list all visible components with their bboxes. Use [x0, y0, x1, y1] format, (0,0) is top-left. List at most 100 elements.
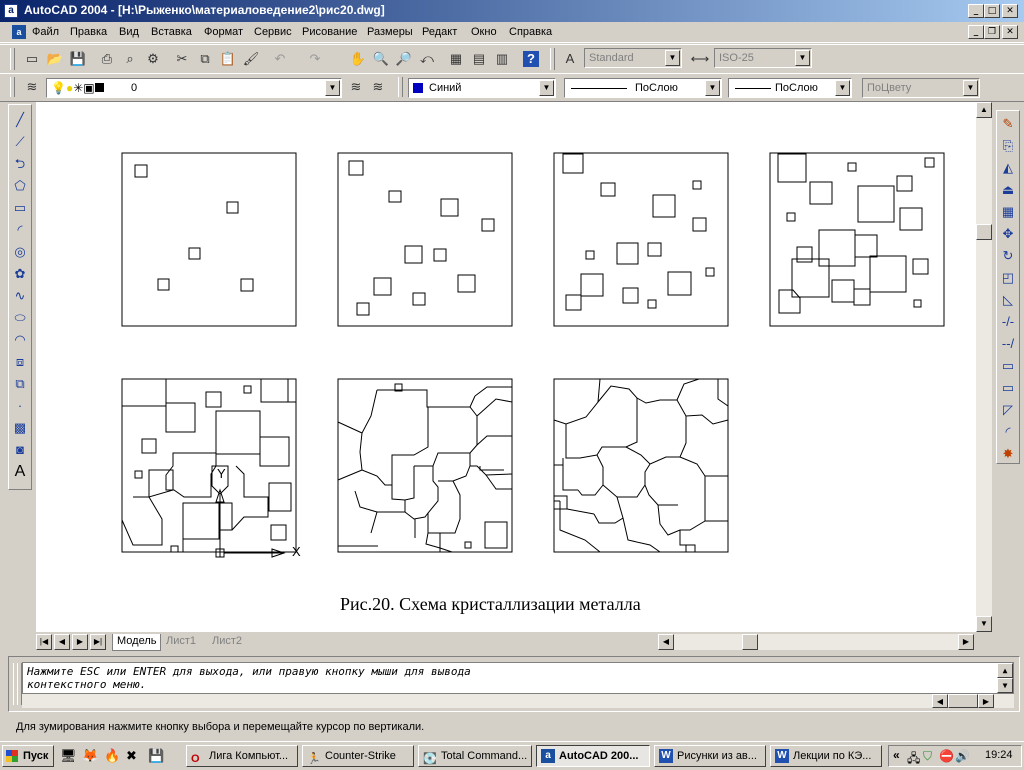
- chamfer-icon[interactable]: ◸: [997, 399, 1019, 421]
- layer-previous-icon[interactable]: ≋: [368, 77, 388, 97]
- chevron-down-icon[interactable]: ▼: [539, 80, 554, 96]
- plot-preview-icon[interactable]: ⌕: [120, 49, 140, 69]
- chevron-down-icon[interactable]: ▼: [325, 80, 340, 96]
- menu-insert[interactable]: Вставка: [151, 26, 192, 38]
- join-icon[interactable]: ▭: [997, 377, 1019, 399]
- scroll-right-button[interactable]: ▶: [958, 634, 974, 650]
- no-entry-icon[interactable]: ⛔: [939, 749, 954, 763]
- dim-style-select[interactable]: ISO-25 ▼: [714, 48, 812, 68]
- offset-icon[interactable]: ⏏: [997, 179, 1019, 201]
- line-icon[interactable]: ╱: [9, 109, 31, 131]
- help-icon[interactable]: ?: [523, 51, 539, 67]
- close-button[interactable]: ✕: [1002, 4, 1018, 18]
- toolbar-grip[interactable]: [550, 48, 555, 70]
- task-total-commander[interactable]: 💽 Total Command...: [418, 745, 532, 767]
- maximize-button[interactable]: □: [984, 4, 1000, 18]
- match-properties-icon[interactable]: 🖌: [241, 49, 261, 69]
- volume-icon[interactable]: 🔊: [955, 749, 970, 763]
- linetype-select[interactable]: ПоСлою ▼: [564, 78, 722, 98]
- first-tab-button[interactable]: |◀: [36, 634, 52, 650]
- region-icon[interactable]: ◙: [9, 439, 31, 461]
- task-word-risunki[interactable]: W Рисунки из ав...: [654, 745, 766, 767]
- multiline-text-icon[interactable]: A: [9, 461, 31, 483]
- erase-icon[interactable]: ✎: [997, 113, 1019, 135]
- break-icon[interactable]: ▭: [997, 355, 1019, 377]
- design-center-icon[interactable]: ▤: [469, 49, 489, 69]
- new-icon[interactable]: ▭: [22, 49, 42, 69]
- menu-help[interactable]: Справка: [509, 26, 552, 38]
- command-hscroll-thumb[interactable]: [948, 694, 978, 708]
- layer-select[interactable]: 💡●✳▣ 0 ▼: [46, 78, 342, 98]
- extend-icon[interactable]: --/: [997, 333, 1019, 355]
- chevron-down-icon[interactable]: ▼: [665, 50, 680, 66]
- tray-expand-icon[interactable]: «: [893, 748, 900, 762]
- doc-close-button[interactable]: ✕: [1002, 25, 1018, 39]
- scroll-left-button[interactable]: ◀: [658, 634, 674, 650]
- mirror-icon[interactable]: ◭: [997, 157, 1019, 179]
- horizontal-scrollbar[interactable]: [674, 634, 958, 650]
- make-object-layer-current-icon[interactable]: ≋: [346, 77, 366, 97]
- redo-icon[interactable]: ↷: [305, 49, 325, 69]
- scroll-up-button[interactable]: ▲: [997, 663, 1013, 678]
- zoom-window-icon[interactable]: 🔎: [394, 49, 414, 69]
- cut-icon[interactable]: ✂: [172, 49, 192, 69]
- doc-minimize-button[interactable]: _: [968, 25, 984, 39]
- command-scrollbar[interactable]: ▲ ▼: [997, 663, 1013, 693]
- scale-icon[interactable]: ◰: [997, 267, 1019, 289]
- toolbar-grip[interactable]: [10, 77, 15, 97]
- copy-object-icon[interactable]: ⎘: [997, 135, 1019, 157]
- drawing-area[interactable]: Y X Рис.20. Схема кристаллизации металла: [36, 102, 976, 632]
- dim-style-icon[interactable]: ⟷: [690, 49, 710, 69]
- menu-format[interactable]: Формат: [204, 26, 243, 38]
- nero-icon[interactable]: 🔥: [104, 748, 120, 764]
- scroll-right-button[interactable]: ▶: [978, 694, 994, 708]
- menu-tools[interactable]: Сервис: [254, 26, 292, 38]
- trim-icon[interactable]: -/-: [997, 311, 1019, 333]
- array-icon[interactable]: ▦: [997, 201, 1019, 223]
- tool-palettes-icon[interactable]: ▥: [492, 49, 512, 69]
- properties-icon[interactable]: ▦: [446, 49, 466, 69]
- tab-layout2[interactable]: Лист2: [208, 634, 246, 650]
- menu-file[interactable]: Файл: [32, 26, 59, 38]
- menu-view[interactable]: Вид: [119, 26, 139, 38]
- scroll-down-button[interactable]: ▼: [976, 616, 992, 632]
- scroll-left-button[interactable]: ◀: [932, 694, 948, 708]
- explode-icon[interactable]: ✸: [997, 443, 1019, 465]
- menu-window[interactable]: Окно: [471, 26, 497, 38]
- ellipse-icon[interactable]: ⬭: [9, 307, 31, 329]
- polyline-icon[interactable]: ⮌: [9, 153, 31, 175]
- text-style-icon[interactable]: A: [560, 49, 580, 69]
- undo-icon[interactable]: ↶: [270, 49, 290, 69]
- network-icon[interactable]: 🖧: [907, 749, 920, 770]
- ellipse-arc-icon[interactable]: ◠: [9, 329, 31, 351]
- scroll-down-button[interactable]: ▼: [997, 678, 1013, 693]
- show-desktop-icon[interactable]: 🖥: [60, 748, 77, 764]
- task-counter-strike[interactable]: 🏃 Counter-Strike: [302, 745, 414, 767]
- publish-icon[interactable]: ⚙: [143, 49, 163, 69]
- task-word-lekcii[interactable]: W Лекции по КЭ...: [770, 745, 882, 767]
- toolbar-grip[interactable]: [398, 77, 403, 97]
- menu-dimension[interactable]: Размеры: [367, 26, 413, 38]
- prev-tab-button[interactable]: ◀: [54, 634, 70, 650]
- arc-icon[interactable]: ◜: [9, 219, 31, 241]
- autocad-app-icon[interactable]: a: [4, 4, 18, 18]
- floppy-icon[interactable]: 💾: [148, 748, 164, 764]
- spline-icon[interactable]: ∿: [9, 285, 31, 307]
- command-history[interactable]: Нажмите ESC или ENTER для выхода, или пр…: [22, 662, 1014, 694]
- scroll-up-button[interactable]: ▲: [976, 102, 992, 118]
- copy-icon[interactable]: ⧉: [195, 49, 215, 69]
- vertical-scrollbar[interactable]: ▲ ▼: [976, 102, 992, 632]
- print-icon[interactable]: ⎙: [97, 49, 117, 69]
- chevron-down-icon[interactable]: ▼: [795, 50, 810, 66]
- doc-restore-button[interactable]: ❐: [984, 25, 1000, 39]
- quick-launch-icon[interactable]: ✖: [126, 748, 142, 764]
- zoom-realtime-icon[interactable]: 🔍: [371, 49, 391, 69]
- menu-draw[interactable]: Рисование: [302, 26, 357, 38]
- vertical-scroll-thumb[interactable]: [976, 224, 992, 240]
- circle-icon[interactable]: ◎: [9, 241, 31, 263]
- open-icon[interactable]: 📂: [45, 49, 65, 69]
- last-tab-button[interactable]: ▶|: [90, 634, 106, 650]
- rotate-icon[interactable]: ↻: [997, 245, 1019, 267]
- minimize-button[interactable]: _: [968, 4, 984, 18]
- point-icon[interactable]: ·: [9, 395, 31, 417]
